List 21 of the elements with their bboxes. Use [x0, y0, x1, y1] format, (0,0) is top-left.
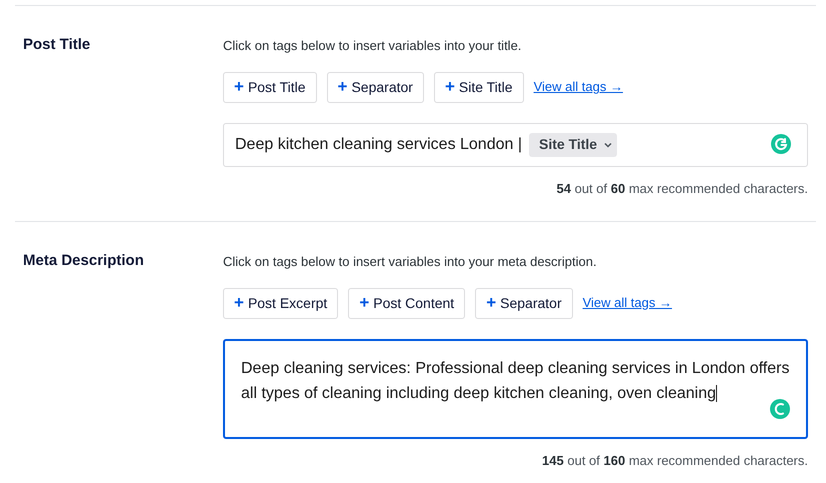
description-text: Deep cleaning services: Professional deep cleaning services in London offers all types of cleaning including deep kitchen cleaning, oven cleaning: [241, 360, 790, 402]
loading-spinner-icon[interactable]: [770, 398, 790, 418]
g-letter-icon[interactable]: [771, 134, 791, 154]
insert-tag-button[interactable]: + Post Excerpt: [223, 288, 338, 318]
insert-tag-button[interactable]: + Post Title: [223, 72, 317, 102]
view-all-tags-link[interactable]: View all tags →: [582, 293, 672, 313]
character-counter: 54 out of 60 max recommended characters.: [556, 180, 808, 198]
view-all-tags-link[interactable]: View all tags →: [534, 77, 623, 97]
tag-chip[interactable]: Site Title: [529, 132, 618, 156]
insert-tag-button[interactable]: + Separator: [475, 288, 573, 318]
hint-text: Click on tags below to insert variables into your title.: [223, 37, 522, 55]
title-field[interactable]: Deep kitchen cleaning services London | Site Title: [223, 122, 808, 166]
title-text: Deep kitchen cleaning services London |: [235, 134, 522, 154]
character-counter: 145 out of 160 max recommended characters.: [542, 452, 808, 470]
insert-tag-button[interactable]: + Site Title: [434, 72, 524, 102]
hint-text: Click on tags below to insert variables into your meta description.: [223, 253, 598, 271]
description-field[interactable]: Deep cleaning services: Professional deep cleaning services in London offers all types of cleaning including deep kitchen cleaning, oven cleaning: [223, 338, 808, 438]
insert-tag-button[interactable]: + Post Content: [348, 288, 466, 318]
section-label: Post Title: [23, 36, 90, 53]
section-label: Meta Description: [23, 252, 144, 269]
insert-tag-button[interactable]: + Separator: [326, 72, 424, 102]
